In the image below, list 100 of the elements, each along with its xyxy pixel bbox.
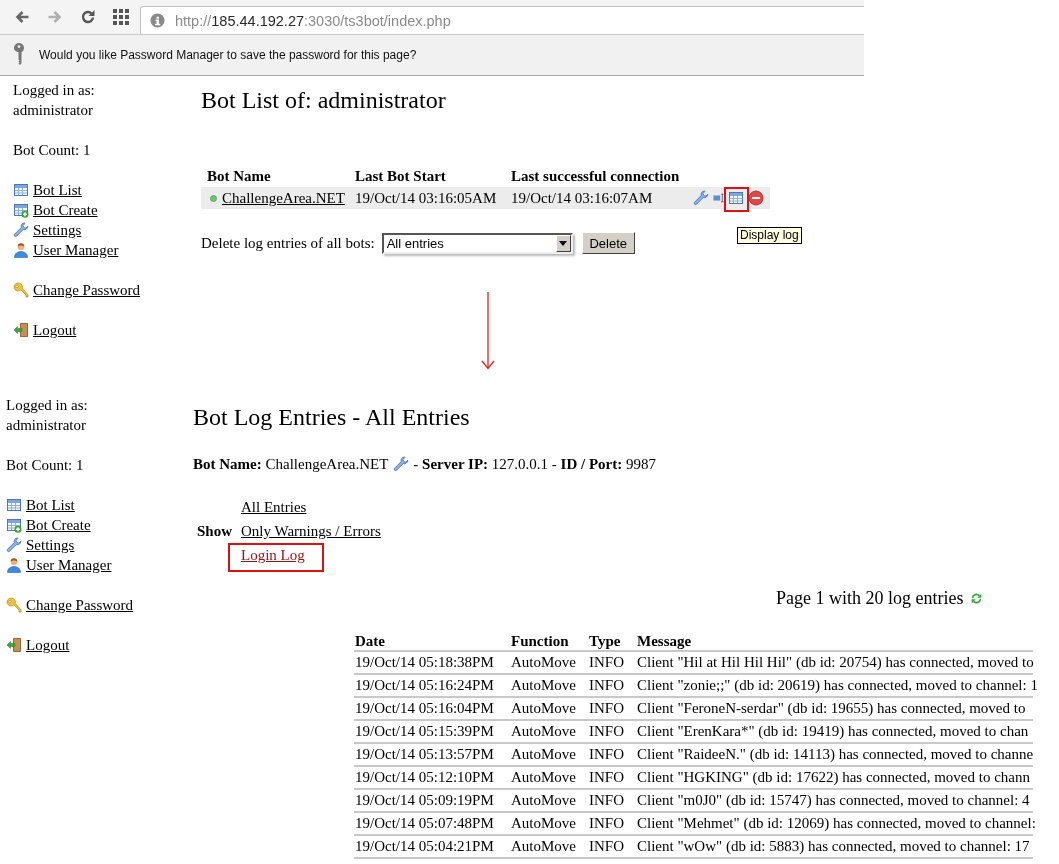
bot-name-link[interactable]: ChallengeArea.NET [222, 189, 345, 207]
change-password-link[interactable]: Change Password [6, 595, 134, 615]
message-cell-text: Client "HGKING" (db id: 17622) has connected, moved to chann [636, 768, 1030, 787]
message-cell-text: Client "Mehmet" (db id: 12069) has connected, moved to channel: [636, 814, 1036, 833]
function-cell-text: AutoMove [510, 768, 576, 787]
tooltip: Display log [737, 227, 802, 244]
function-cell-text: AutoMove [510, 653, 576, 672]
type-cell-text: INFO [588, 699, 624, 718]
username-text: administrator [6, 416, 86, 435]
wrench-icon [6, 537, 22, 553]
settings-link[interactable]: Settings [6, 535, 75, 555]
message-cell-text: Client "ErenKara*" (db id: 19419) has connected, moved to chan [636, 722, 1029, 741]
address-bar[interactable]: http://185.44.192.27:3030/ts3bot/index.php [140, 6, 864, 34]
entries-select[interactable]: All entries [381, 232, 573, 254]
logout-link[interactable]: Logout [6, 635, 70, 655]
function-cell-text: AutoMove [510, 676, 576, 695]
date-cell-text: 19/Oct/14 05:16:04PM [354, 699, 494, 718]
last-start-cell-text: 19/Oct/14 03:16:05AM [354, 189, 497, 207]
column-header: Message [636, 632, 692, 650]
type-cell-text: INFO [588, 768, 624, 787]
key-icon [13, 282, 29, 298]
minus-circle-icon[interactable] [748, 190, 764, 206]
message-cell-text: Client "Hil at Hil Hil Hil" (db id: 20754) has connected, moved to [636, 653, 1034, 672]
date-cell-text: 19/Oct/14 05:09:19PM [354, 791, 494, 810]
page-title: Bot Log Entries - All Entries [193, 403, 470, 431]
bot-list-link[interactable]: Bot List [13, 180, 82, 200]
bot-list-link[interactable]: Bot List [6, 495, 75, 515]
username-text: administrator [13, 101, 93, 120]
date-cell-text: 19/Oct/14 05:04:21PM [354, 837, 494, 856]
column-header: Type [588, 632, 621, 650]
door-icon [13, 322, 29, 338]
bot-count-text: Bot Count: 1 [6, 456, 84, 475]
change-password-link[interactable]: Change Password [13, 280, 141, 300]
column-header: Bot Name [206, 167, 271, 186]
column-header: Date [354, 632, 385, 650]
message-cell-text: Client "FeroneN-serdar" (db id: 19655) has connected, moved to [636, 699, 1026, 718]
type-cell-text: INFO [588, 653, 624, 672]
user-icon [6, 557, 22, 573]
type-cell-text: INFO [588, 837, 624, 856]
message-cell-text: Client "wOw" (db id: 5883) has connected, moved to channel: 17 [636, 837, 1030, 856]
function-cell-text: AutoMove [510, 791, 576, 810]
wrench-icon[interactable] [693, 190, 709, 206]
function-cell-text: AutoMove [510, 814, 576, 833]
last-connection-cell-text: 19/Oct/14 03:16:07AM [510, 189, 653, 207]
type-cell-text: INFO [588, 791, 624, 810]
key-icon [14, 43, 24, 67]
user-manager-link[interactable]: User Manager [6, 555, 112, 575]
table-plus-icon [6, 517, 22, 533]
date-cell-text: 19/Oct/14 05:15:39PM [354, 722, 494, 741]
date-cell-text: 19/Oct/14 05:07:48PM [354, 814, 494, 833]
user-manager-link[interactable]: User Manager [13, 240, 119, 260]
reload-icon[interactable] [80, 9, 96, 25]
bot-create-link[interactable]: Bot Create [13, 200, 98, 220]
table-icon [13, 182, 29, 198]
table-icon [6, 497, 22, 513]
filter-link[interactable]: All Entries [241, 499, 307, 515]
page-info-text: Page 1 with 20 log entries [776, 587, 964, 609]
date-cell-text: 19/Oct/14 05:16:24PM [354, 676, 494, 695]
textbox-icon[interactable] [713, 191, 724, 205]
filter-link[interactable]: Only Warnings / Errors [241, 523, 381, 539]
table-icon[interactable] [728, 190, 744, 206]
apps-grid-icon[interactable] [113, 9, 129, 25]
door-icon [6, 637, 22, 653]
table-plus-icon [13, 202, 29, 218]
column-header: Last successful connection [510, 167, 680, 186]
wrench-icon [13, 222, 29, 238]
refresh-icon[interactable] [970, 591, 984, 605]
user-icon [13, 242, 29, 258]
message-cell-text: Client "m0J0" (db id: 15747) has connected, moved to channel: 4 [636, 791, 1030, 810]
page-title: Bot List of: administrator [201, 86, 446, 114]
key-icon [6, 597, 22, 613]
logged-in-label: Logged in as: [13, 81, 95, 100]
delete-log-label: Delete log entries of all bots: [201, 234, 375, 252]
logged-in-label: Logged in as: [6, 396, 88, 415]
function-cell-text: AutoMove [510, 699, 576, 718]
bot-count-text: Bot Count: 1 [13, 141, 91, 160]
function-cell-text: AutoMove [510, 837, 576, 856]
column-header: Function [510, 632, 569, 650]
back-icon[interactable] [14, 9, 30, 25]
function-cell-text: AutoMove [510, 722, 576, 741]
type-cell-text: INFO [588, 676, 624, 695]
type-cell-text: INFO [588, 814, 624, 833]
function-cell-text: AutoMove [510, 745, 576, 764]
date-cell-text: 19/Oct/14 05:18:38PM [354, 653, 494, 672]
bot-name-text: Bot Name: ChallengeArea.NET [193, 455, 389, 473]
dropdown-caret-icon[interactable] [555, 234, 571, 252]
url-text[interactable]: http://185.44.192.27:3030/ts3bot/index.php [175, 12, 451, 29]
wrench-icon[interactable] [393, 456, 410, 472]
bot-create-link[interactable]: Bot Create [6, 515, 91, 535]
message-cell-text: Client "zonie;;" (db id: 20619) has connected, moved to channel: 1 [636, 676, 1038, 695]
date-cell-text: 19/Oct/14 05:12:10PM [354, 768, 494, 787]
show-label: Show [196, 522, 234, 540]
type-cell-text: INFO [588, 745, 624, 764]
logout-link[interactable]: Logout [13, 320, 77, 340]
server-info-text: - Server IP: 127.0.0.1 - ID / Port: 9987 [413, 455, 656, 473]
filter-link[interactable]: Login Log [241, 547, 305, 563]
delete-button[interactable]: Delete [581, 232, 635, 254]
site-info-icon[interactable] [150, 13, 165, 28]
date-cell-text: 19/Oct/14 05:13:57PM [354, 745, 494, 764]
settings-link[interactable]: Settings [13, 220, 82, 240]
